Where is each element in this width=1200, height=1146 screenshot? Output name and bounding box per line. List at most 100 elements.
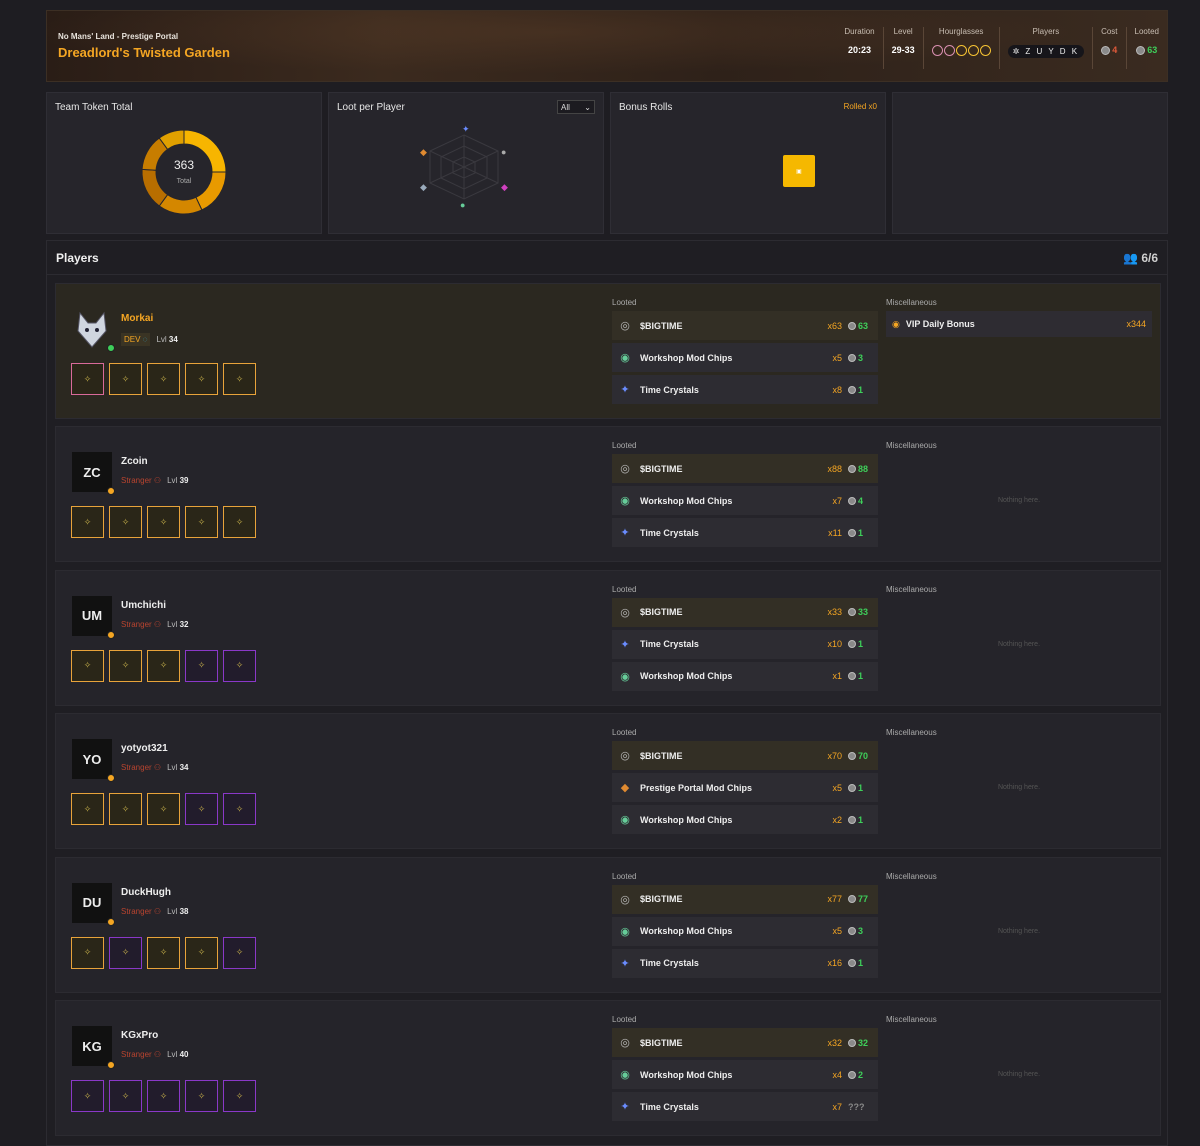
player-level: Lvl 39 — [167, 476, 189, 486]
gear-slot[interactable]: ✧ — [223, 1080, 256, 1112]
vip-icon: ◉ — [892, 318, 900, 329]
gear-slot[interactable]: ✧ — [147, 363, 180, 395]
token-icon — [848, 751, 856, 760]
donut-segment — [141, 168, 169, 207]
gear-slot[interactable]: ✧ — [147, 793, 180, 826]
loot-item[interactable]: ✦ Time Crystals x8 1 — [612, 375, 878, 404]
loot-item[interactable]: ◉ Workshop Mod Chips x4 2 — [612, 1060, 878, 1089]
gear-slot[interactable]: ✧ — [147, 649, 180, 682]
gear-slot[interactable]: ✧ — [71, 506, 104, 539]
gear-icon: ✧ — [197, 660, 206, 671]
stranger-badge: Stranger ⚇ — [121, 476, 162, 486]
gear-slot[interactable]: ✧ — [147, 506, 180, 539]
stat-cost: Cost 4 — [1092, 27, 1125, 69]
loot-item[interactable]: ◎ $BIGTIME x32 32 — [612, 1028, 878, 1057]
token-value: 1 — [848, 671, 872, 681]
avatar: YO — [72, 739, 112, 780]
gear-slot[interactable]: ✧ — [109, 506, 142, 539]
player-name[interactable]: Umchichi — [121, 600, 166, 611]
player-name[interactable]: DuckHugh — [121, 887, 171, 898]
gear-icon: ✧ — [235, 516, 244, 527]
gear-slot[interactable]: ✧ — [223, 506, 256, 539]
gear-slot[interactable]: ✧ — [147, 1080, 180, 1112]
player-name[interactable]: Zcoin — [121, 456, 148, 467]
gear-slot[interactable]: ✧ — [109, 649, 142, 682]
token-icon — [848, 528, 856, 537]
player-name[interactable]: Morkai — [121, 313, 153, 324]
loot-item[interactable]: ◉ Workshop Mod Chips x2 1 — [612, 805, 878, 835]
token-value: 70 — [848, 751, 872, 761]
gear-slot[interactable]: ✧ — [223, 793, 256, 826]
token-icon — [848, 1070, 856, 1079]
loot-item[interactable]: ◎ $BIGTIME x33 33 — [612, 597, 878, 627]
loot-item[interactable]: ◆ Prestige Portal Mod Chips x5 1 — [612, 773, 878, 803]
gear-slot[interactable]: ✧ — [185, 506, 218, 539]
loot-item[interactable]: ✦ Time Crystals x11 1 — [612, 518, 878, 548]
team-token-card: Team Token Total 363 Total — [46, 92, 322, 234]
loot-item[interactable]: ✦ Time Crystals x7 ??? — [612, 1092, 878, 1121]
bigtime-icon: ● — [501, 147, 506, 157]
gear-slot[interactable]: ✧ — [185, 1080, 218, 1112]
gear-slot[interactable]: ✧ — [71, 1080, 104, 1112]
gear-slot[interactable]: ✧ — [223, 936, 256, 969]
looted-list: Looted ◎ $BIGTIME x33 33 ✦ Time Crystals… — [612, 585, 878, 694]
loot-item[interactable]: ◉ Workshop Mod Chips x1 1 — [612, 661, 878, 691]
gear-slot[interactable]: ✧ — [223, 649, 256, 682]
gear-slot[interactable]: ✧ — [71, 793, 104, 826]
empty-misc: Nothing here. — [997, 784, 1041, 792]
loot-item[interactable]: ◎ $BIGTIME x70 70 — [612, 741, 878, 771]
gear-slot[interactable]: ✧ — [109, 363, 142, 395]
bigtime-icon: ◎ — [620, 893, 630, 906]
gear-slot[interactable]: ✧ — [71, 936, 104, 969]
gear-slot[interactable]: ✧ — [109, 1080, 142, 1112]
token-value: 1 — [848, 958, 872, 968]
bigtime-icon: ◎ — [620, 463, 630, 476]
gear-icon: ✧ — [83, 1090, 92, 1101]
empty-misc: Nothing here. — [997, 497, 1041, 505]
loot-item[interactable]: ◎ $BIGTIME x77 77 — [612, 884, 878, 914]
token-value: 1 — [848, 385, 872, 395]
bonus-chest-icon[interactable]: ▣ — [783, 155, 815, 187]
avatar: DU — [72, 882, 112, 923]
loot-item[interactable]: ◉ Workshop Mod Chips x5 3 — [612, 916, 878, 946]
loot-item[interactable]: ◉ Workshop Mod Chips x7 4 — [612, 486, 878, 516]
loot-item[interactable]: ✦ Time Crystals x10 1 — [612, 629, 878, 659]
player-level: Lvl 34 — [156, 335, 178, 344]
loot-item[interactable]: ◎ $BIGTIME x63 63 — [612, 311, 878, 340]
gear-slot[interactable]: ✧ — [223, 363, 256, 395]
player-tags: Stranger ⚇ Lvl 34 — [121, 763, 188, 772]
misc-list: Miscellaneous — [886, 1015, 937, 1024]
player-name[interactable]: KGxPro — [121, 1030, 158, 1041]
gear-slot[interactable]: ✧ — [185, 793, 218, 826]
gear-slot[interactable]: ✧ — [185, 363, 218, 395]
workshop-chip-icon: ◉ — [620, 352, 630, 364]
player-row: YO yotyot321 Stranger ⚇ Lvl 34 ✧ ✧ ✧ ✧ ✧ Looted ◎… — [55, 713, 1161, 850]
token-icon — [848, 640, 856, 649]
misc-list: Miscellaneous — [886, 871, 937, 881]
gear-slot[interactable]: ✧ — [71, 649, 104, 682]
loot-per-player-card: Loot per Player All ⌄ ✦ ● ◆ ● ◆ ◆ — [328, 92, 604, 234]
loot-item[interactable]: ◉ Workshop Mod Chips x5 3 — [612, 343, 878, 372]
stranger-icon: ⚇ — [153, 1050, 162, 1059]
loot-item[interactable]: ◎ $BIGTIME x88 88 — [612, 454, 878, 484]
loot-item[interactable]: ✦ Time Crystals x16 1 — [612, 948, 878, 978]
misc-item[interactable]: ◉ VIP Daily Bonus x344 — [886, 311, 1152, 337]
token-value: 77 — [848, 894, 872, 904]
gear-slot[interactable]: ✧ — [109, 936, 142, 969]
token-icon — [848, 608, 856, 617]
gear-slot[interactable]: ✧ — [109, 793, 142, 826]
gear-slot[interactable]: ✧ — [147, 936, 180, 969]
looted-list: Looted ◎ $BIGTIME x77 77 ◉ Workshop Mod … — [612, 872, 878, 981]
token-icon — [1136, 45, 1146, 55]
token-icon — [1101, 45, 1111, 55]
player-row: KG KGxPro Stranger ⚇ Lvl 40 ✧ ✧ ✧ ✧ ✧ Looted ◎ $B… — [55, 1000, 1161, 1136]
token-value: 88 — [848, 464, 872, 474]
gear-slots: ✧ ✧ ✧ ✧ ✧ — [71, 936, 256, 969]
players-letters[interactable]: ✲ Z U Y D K — [1007, 45, 1085, 58]
token-icon — [848, 464, 856, 473]
avatar: ZC — [72, 452, 112, 493]
gear-slot[interactable]: ✧ — [71, 363, 104, 395]
gear-slot[interactable]: ✧ — [185, 649, 218, 682]
gear-slot[interactable]: ✧ — [185, 936, 218, 969]
player-name[interactable]: yotyot321 — [121, 743, 168, 754]
